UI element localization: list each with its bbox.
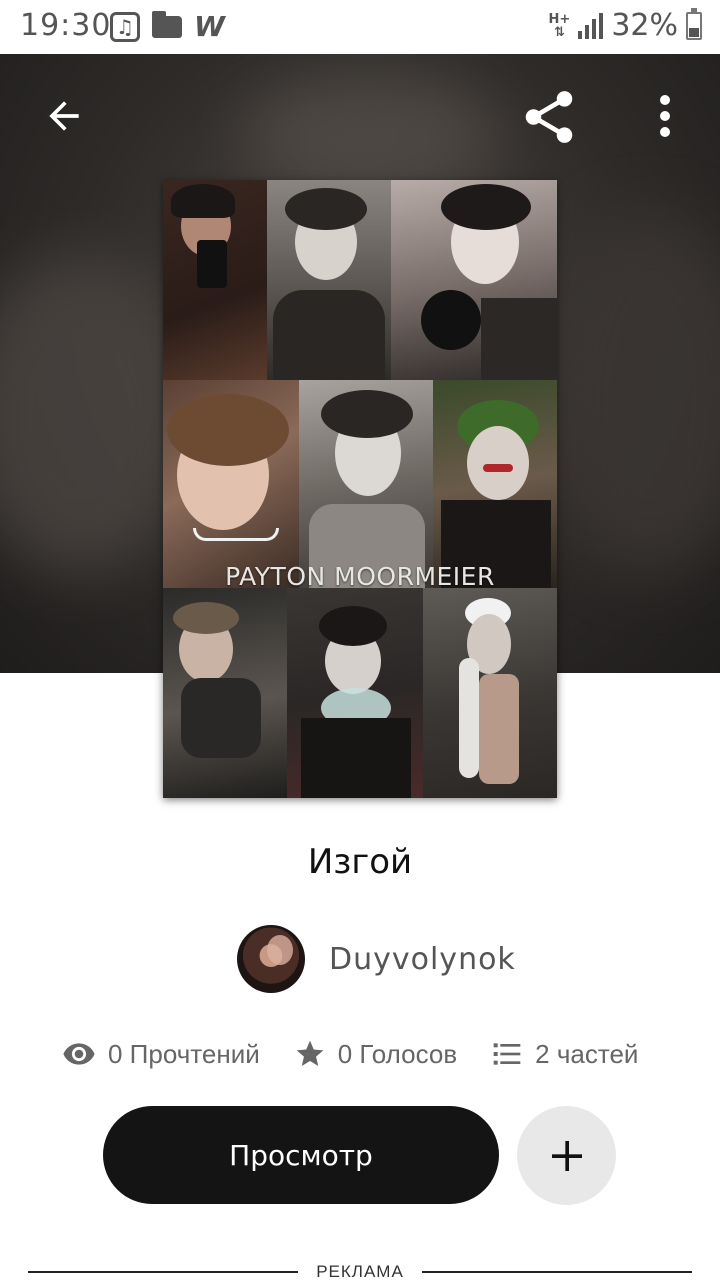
votes-count: 0 Голосов — [337, 1038, 458, 1069]
read-button[interactable]: Просмотр — [103, 1106, 499, 1204]
battery-icon — [686, 7, 702, 40]
ad-divider-left — [28, 1271, 298, 1273]
share-button[interactable] — [518, 86, 580, 148]
network-type-icon: H+ ⇅ — [548, 11, 571, 40]
story-cover-image[interactable]: PAYTON MOORMEIER — [163, 180, 557, 798]
battery-percent: 32% — [611, 8, 678, 43]
signal-icon — [578, 12, 604, 39]
cover-photo-tile — [163, 180, 267, 380]
reads-count: 0 Прочтений — [108, 1038, 260, 1069]
cover-photo-tile — [287, 588, 423, 798]
share-icon — [525, 91, 573, 143]
back-button[interactable] — [36, 88, 92, 144]
music-icon: ♫ — [110, 11, 140, 42]
star-icon — [296, 1040, 324, 1066]
cover-photo-tile — [423, 588, 557, 798]
cover-photo-tile — [163, 588, 287, 798]
votes-stat: 0 Голосов — [294, 1038, 457, 1070]
cover-caption: PAYTON MOORMEIER — [225, 562, 495, 591]
arrow-left-icon — [49, 101, 79, 131]
status-notification-icons: ♫ W — [110, 10, 225, 43]
story-stats: 0 Прочтений 0 Голосов 2 частей — [62, 1034, 638, 1074]
cover-photo-tile — [267, 180, 391, 380]
list-icon — [493, 1043, 521, 1065]
add-to-library-button[interactable] — [517, 1106, 616, 1205]
cover-photo-tile — [391, 180, 557, 380]
app-logo-icon: W — [194, 10, 225, 43]
reads-stat: 0 Прочтений — [62, 1037, 260, 1071]
more-options-button[interactable] — [642, 88, 688, 144]
cover-photo-tile — [299, 380, 433, 588]
eye-icon — [63, 1043, 95, 1065]
folder-icon — [152, 10, 182, 38]
plus-icon — [551, 1140, 582, 1171]
status-bar: 19:30 ♫ W H+ ⇅ 32% — [0, 0, 720, 54]
parts-count: 2 частей — [535, 1038, 639, 1069]
cover-photo-tile — [433, 380, 557, 588]
status-time: 19:30 — [20, 8, 112, 43]
story-title: Изгой — [307, 842, 413, 882]
ad-divider-right — [422, 1271, 692, 1273]
parts-stat: 2 частей — [491, 1038, 638, 1070]
author-link[interactable]: Duyvolynok — [237, 924, 516, 994]
author-name: Duyvolynok — [329, 941, 516, 977]
more-vert-icon — [660, 95, 670, 137]
cover-photo-tile — [163, 380, 299, 588]
status-system-icons: H+ ⇅ 32% — [548, 7, 702, 43]
ad-label: РЕКЛАМА — [316, 1262, 404, 1281]
avatar — [237, 925, 305, 993]
